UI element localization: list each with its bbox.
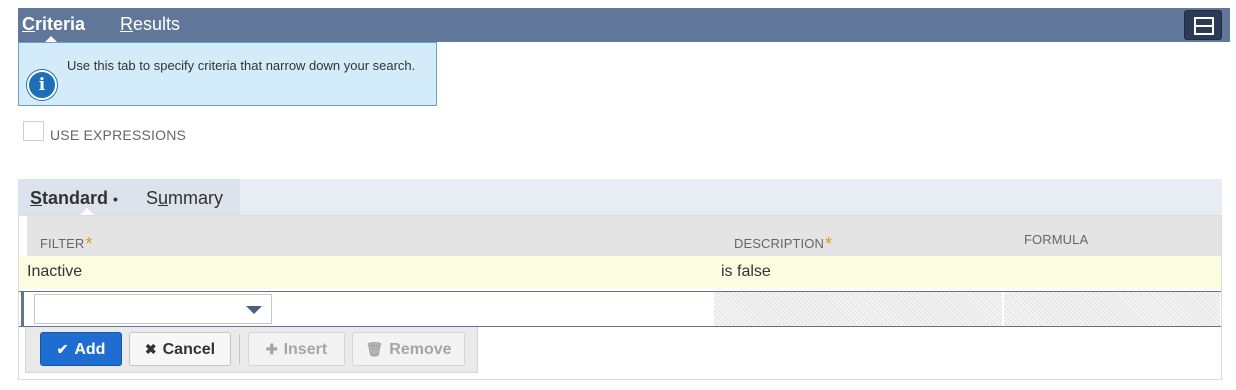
layout-toggle-button[interactable] bbox=[1184, 10, 1222, 40]
tab-results-accesskey: R bbox=[120, 14, 133, 34]
close-icon: ✖ bbox=[144, 341, 157, 357]
tab-results[interactable]: Results bbox=[120, 14, 180, 35]
insert-button[interactable]: ✚ Insert bbox=[248, 332, 345, 366]
criteria-subtab-bar: Standard • Summary bbox=[18, 179, 1222, 215]
tab-standard[interactable]: Standard • bbox=[30, 188, 118, 209]
active-subtab-caret-icon bbox=[80, 208, 94, 215]
filter-cell[interactable]: Inactive bbox=[27, 263, 82, 281]
info-icon: i bbox=[27, 70, 57, 100]
top-tab-bar: Criteria Results bbox=[18, 8, 1230, 43]
button-divider bbox=[239, 334, 240, 364]
use-expressions-label[interactable]: USE EXPRESSIONS bbox=[50, 127, 186, 143]
info-message: i Use this tab to specify criteria that … bbox=[18, 42, 437, 106]
required-marker: * bbox=[85, 234, 93, 254]
checkmark-icon: ✔ bbox=[56, 341, 69, 357]
add-button-label: Add bbox=[74, 341, 106, 358]
table-row[interactable]: Inactive is false bbox=[19, 256, 1221, 289]
split-layout-icon bbox=[1194, 17, 1214, 35]
cancel-button-label: Cancel bbox=[162, 341, 216, 358]
table-header: FILTER* DESCRIPTION* FORMULA bbox=[27, 216, 1221, 256]
formula-cell-disabled bbox=[1004, 292, 1220, 326]
description-cell-disabled bbox=[714, 292, 1002, 326]
row-action-bar: ✔ Add ✖ Cancel ✚ Insert 🗑 Remove bbox=[25, 327, 478, 373]
filter-header-label: FILTER bbox=[40, 236, 85, 251]
subtab-bar-filler bbox=[240, 179, 1222, 215]
new-criteria-row bbox=[19, 291, 1221, 327]
criteria-table: FILTER* DESCRIPTION* FORMULA Inactive is… bbox=[18, 215, 1222, 380]
insert-button-label: Insert bbox=[283, 341, 328, 358]
tab-summary-label-start: S bbox=[146, 188, 159, 208]
required-marker: * bbox=[824, 234, 833, 254]
tab-criteria[interactable]: Criteria bbox=[22, 14, 85, 35]
add-button[interactable]: ✔ Add bbox=[40, 332, 122, 366]
column-header-description: DESCRIPTION* bbox=[734, 232, 833, 254]
remove-button[interactable]: 🗑 Remove bbox=[352, 332, 465, 366]
column-header-formula: FORMULA bbox=[1024, 232, 1089, 247]
tab-standard-marker: • bbox=[113, 191, 118, 207]
cancel-button[interactable]: ✖ Cancel bbox=[129, 332, 231, 366]
description-cell[interactable]: is false bbox=[721, 263, 771, 281]
tab-summary-accesskey: u bbox=[158, 188, 169, 208]
description-header-label: DESCRIPTION bbox=[734, 236, 824, 251]
info-text: Use this tab to specify criteria that na… bbox=[67, 58, 416, 73]
active-row-marker bbox=[21, 292, 24, 326]
tab-results-label: esults bbox=[133, 14, 181, 34]
remove-button-label: Remove bbox=[389, 341, 452, 358]
tab-standard-label: tandard bbox=[42, 188, 109, 208]
tab-summary[interactable]: Summary bbox=[146, 188, 223, 209]
trash-icon: 🗑 bbox=[365, 341, 384, 357]
column-header-filter: FILTER* bbox=[40, 232, 93, 254]
tab-criteria-accesskey: C bbox=[22, 14, 35, 34]
tab-summary-label-end: mmary bbox=[168, 188, 224, 208]
dropdown-arrow-icon[interactable] bbox=[246, 306, 262, 314]
filter-select[interactable] bbox=[34, 294, 272, 324]
use-expressions-checkbox[interactable] bbox=[23, 121, 44, 141]
plus-icon: ✚ bbox=[265, 341, 278, 357]
tab-criteria-label: riteria bbox=[35, 14, 86, 34]
tab-standard-accesskey: S bbox=[30, 188, 43, 208]
